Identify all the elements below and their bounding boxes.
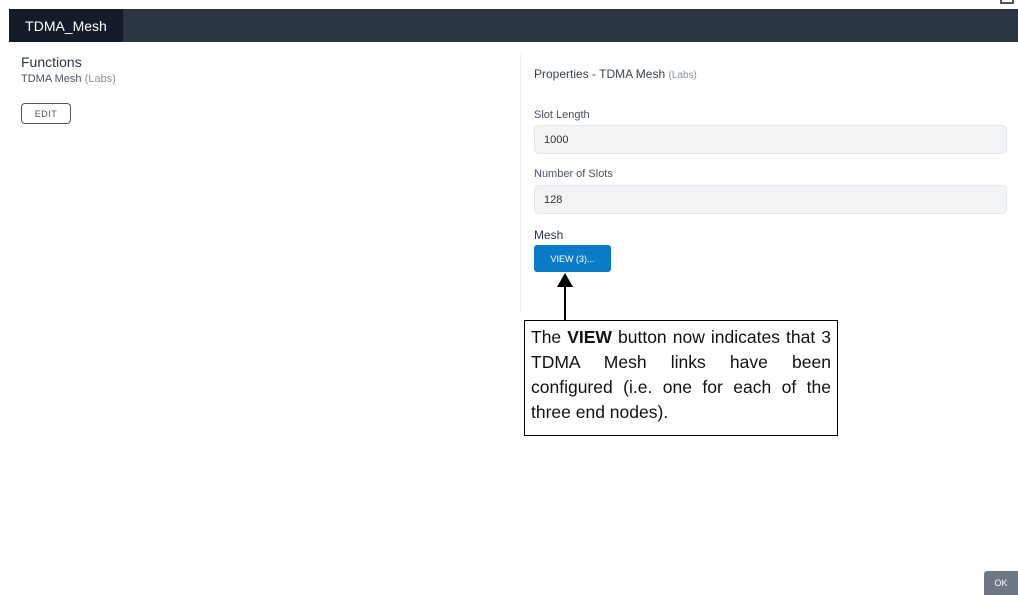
arrow-line [564,286,566,320]
slot-length-label: Slot Length [534,109,590,121]
annotation-callout: The VIEW button now indicates that 3 TDM… [524,320,838,436]
number-of-slots-field[interactable]: 128 [534,185,1007,214]
ok-button[interactable]: OK [984,571,1018,595]
view-mesh-button[interactable]: VIEW (3)... [534,245,611,272]
mesh-label: Mesh [534,228,564,242]
functions-heading: Functions [21,54,82,70]
tab-tdma-mesh[interactable]: TDMA_Mesh [9,9,123,42]
function-item-name: TDMA Mesh [21,73,82,85]
properties-title: Properties - TDMA Mesh (Labs) [534,67,697,81]
edit-button[interactable]: EDIT [21,103,71,124]
function-item-tag: (Labs) [84,73,116,85]
panel-divider [520,54,521,312]
properties-title-tag: (Labs) [668,70,697,81]
callout-text-bold: VIEW [567,327,612,347]
number-of-slots-label: Number of Slots [534,168,613,180]
function-item-tdma-mesh: TDMA Mesh (Labs) [21,73,116,85]
title-bar: TDMA_Mesh [9,9,1018,42]
arrow-up-icon [557,273,573,287]
window-corner-icon [1000,0,1014,4]
slot-length-field[interactable]: 1000 [534,125,1007,154]
callout-text-pre: The [531,327,568,347]
properties-title-text: Properties - TDMA Mesh [534,67,666,81]
functions-panel: Functions TDMA Mesh (Labs) EDIT [21,54,116,124]
